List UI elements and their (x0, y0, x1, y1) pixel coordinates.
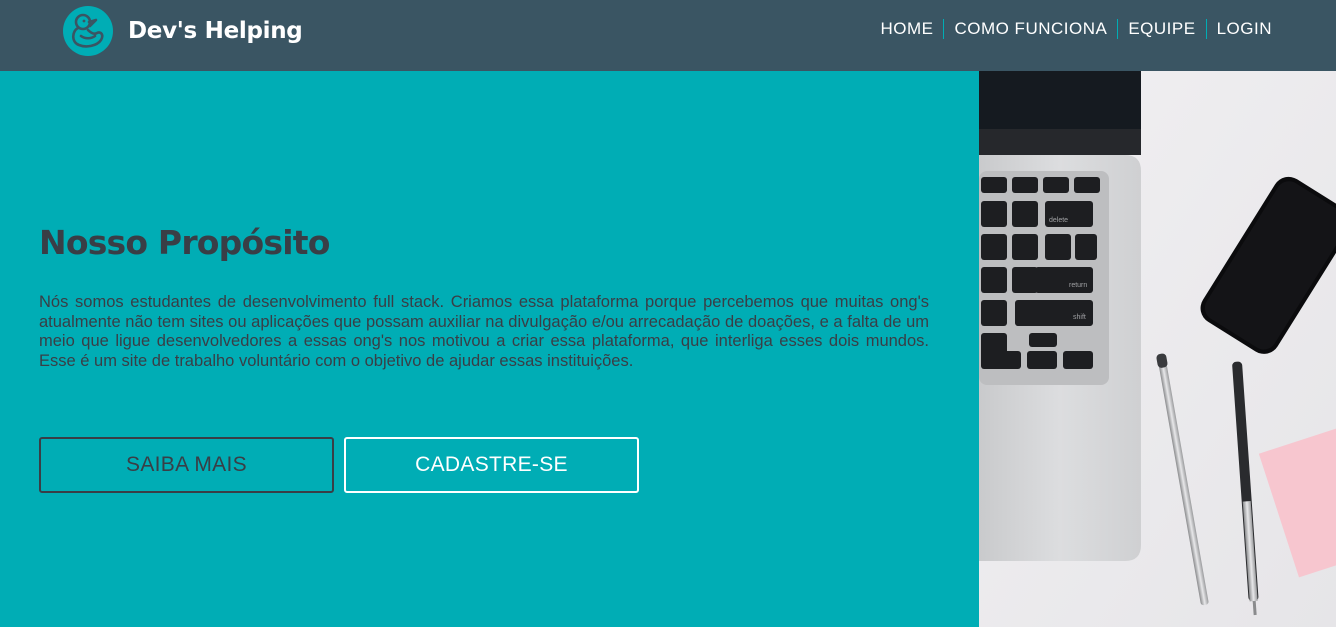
page-title: Nosso Propósito (39, 223, 330, 262)
nav-item-home[interactable]: HOME (870, 19, 943, 39)
svg-text:delete: delete (1049, 217, 1068, 224)
hero-description: Nós somos estudantes de desenvolvimento … (39, 293, 929, 370)
svg-text:return: return (1069, 282, 1087, 289)
nav-item-equipe[interactable]: EQUIPE (1117, 19, 1205, 39)
cadastre-se-button[interactable]: CADASTRE-SE (344, 437, 639, 493)
hero-photo: delete return shift (979, 71, 1336, 627)
laptop-desk-illustration: delete return shift (979, 71, 1336, 627)
nav-item-login[interactable]: LOGIN (1205, 19, 1272, 39)
hero-section: Nosso Propósito Nós somos estudantes de … (0, 71, 979, 627)
main-nav: HOME COMO FUNCIONA EQUIPE LOGIN (870, 19, 1272, 39)
brand[interactable]: Dev's Helping (63, 6, 303, 56)
navbar: Dev's Helping HOME COMO FUNCIONA EQUIPE … (0, 0, 1336, 71)
saiba-mais-button[interactable]: SAIBA MAIS (39, 437, 334, 493)
nav-item-como-funciona[interactable]: COMO FUNCIONA (943, 19, 1117, 39)
duck-logo-icon (63, 6, 113, 56)
svg-text:shift: shift (1073, 314, 1086, 321)
brand-name: Dev's Helping (128, 18, 303, 44)
